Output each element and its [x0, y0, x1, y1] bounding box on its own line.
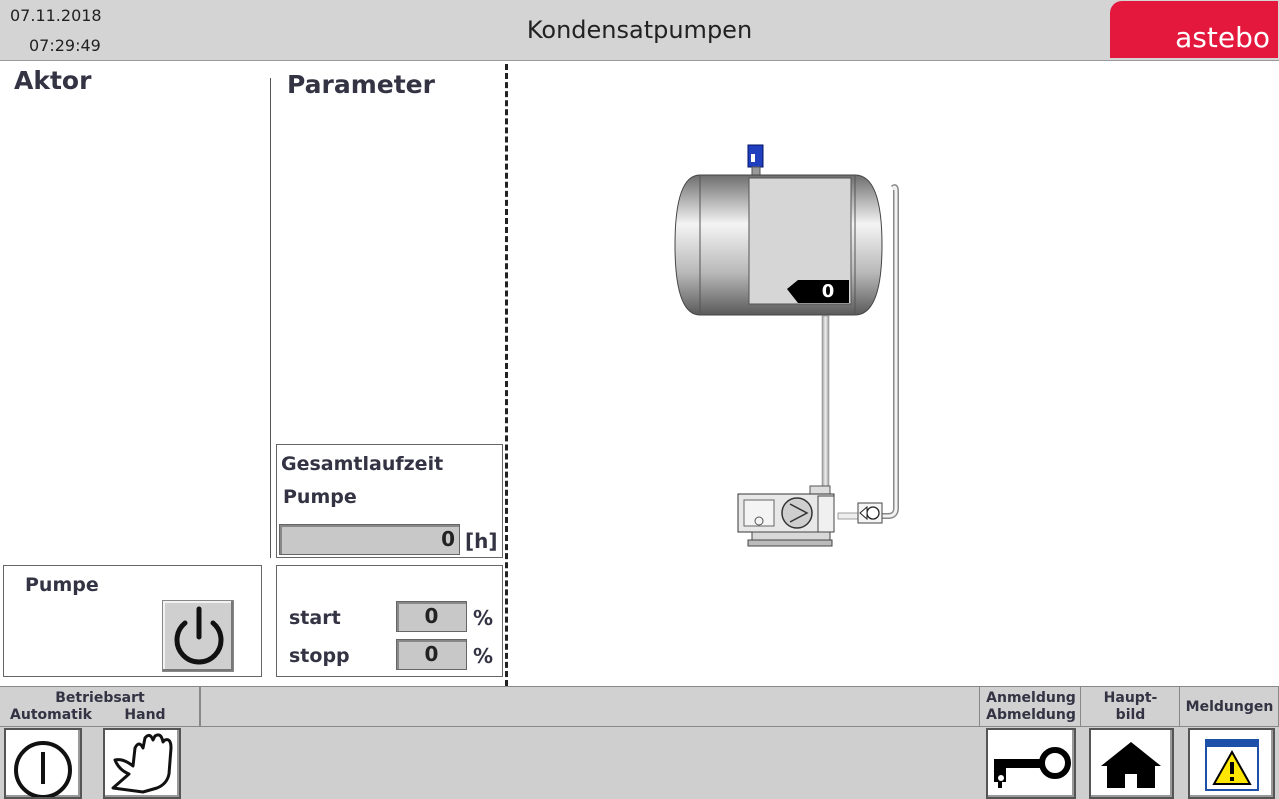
- runtime-label: Gesamtlaufzeit: [281, 453, 444, 475]
- runtime-value: 0: [279, 524, 460, 555]
- level-sensor-icon[interactable]: [747, 144, 764, 176]
- start-stop-panel: start 0 % stopp 0 %: [276, 565, 503, 677]
- page-title: Kondensatpumpen: [526, 16, 753, 44]
- check-valve-icon[interactable]: [857, 502, 883, 524]
- start-value-field[interactable]: 0: [396, 601, 467, 632]
- dashed-divider: [505, 64, 508, 686]
- footer-bar: Betriebsart Automatik Hand Anmeldung Abm…: [0, 686, 1279, 799]
- mode-title: Betriebsart: [55, 690, 145, 706]
- messages-label: Meldungen: [1185, 699, 1274, 715]
- hand-icon: [111, 733, 173, 794]
- pump-panel: Pumpe: [3, 565, 262, 677]
- tank-icon: [674, 174, 883, 316]
- automatic-mode-button[interactable]: [4, 728, 82, 799]
- login-label-1: Anmeldung: [986, 690, 1076, 706]
- login-button[interactable]: [986, 728, 1076, 799]
- hand-mode-button[interactable]: [103, 728, 181, 799]
- runtime-pump-label: Pumpe: [283, 486, 357, 508]
- login-label-2: Abmeldung: [986, 707, 1076, 723]
- mode-hand-label: Hand: [124, 707, 166, 723]
- pump-label: Pumpe: [25, 574, 99, 596]
- footer-strip: [200, 687, 980, 727]
- power-icon: [174, 606, 224, 665]
- home-icon: [1101, 742, 1161, 788]
- brand-logo-text: astebo: [1175, 21, 1270, 54]
- runtime-panel: Gesamtlaufzeit Pumpe 0 [h]: [276, 444, 503, 558]
- start-percent-unit: %: [473, 606, 494, 630]
- warning-icon: [1205, 739, 1259, 791]
- screen: 07.11.2018 07:29:49 Kondensatpumpen aste…: [0, 0, 1279, 799]
- runtime-unit: [h]: [465, 529, 498, 553]
- stop-label: stopp: [289, 645, 350, 667]
- tank-level-value: 0: [821, 281, 835, 302]
- pump-power-button[interactable]: [162, 600, 234, 672]
- mode-auto-label: Automatik: [10, 707, 92, 723]
- stop-value-field[interactable]: 0: [396, 639, 467, 670]
- parameter-title: Parameter: [287, 70, 435, 99]
- process-diagram: [674, 144, 899, 547]
- header-bar: 07.11.2018 07:29:49 Kondensatpumpen aste…: [0, 0, 1279, 61]
- power-icon: [14, 741, 72, 799]
- home-button[interactable]: [1089, 728, 1174, 799]
- home-label-2: bild: [1115, 707, 1146, 723]
- home-label-1: Haupt-: [1103, 690, 1158, 706]
- start-label: start: [289, 607, 341, 629]
- key-icon: [994, 747, 1071, 788]
- messages-button[interactable]: [1188, 728, 1275, 799]
- stop-percent-unit: %: [473, 644, 494, 668]
- pump-icon[interactable]: [737, 485, 835, 547]
- divider: [270, 78, 271, 558]
- aktor-title: Aktor: [14, 66, 92, 95]
- brand-logo: astebo: [1110, 1, 1278, 58]
